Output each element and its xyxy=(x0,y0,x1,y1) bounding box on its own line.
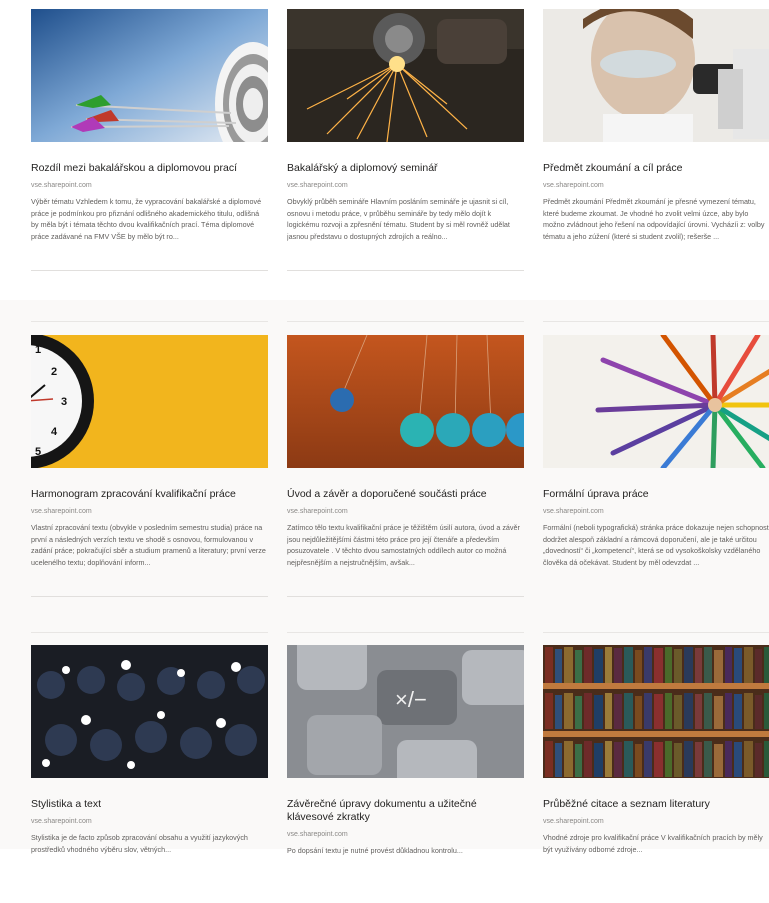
card-title[interactable]: Průběžné citace a seznam literatury xyxy=(543,798,769,811)
divider xyxy=(543,632,769,633)
card-source: vse.sharepoint.com xyxy=(287,508,348,515)
news-card[interactable]: ×/− Závěrečné úpravy dokumentu a užitečn… xyxy=(287,645,524,903)
news-card[interactable]: Předmět zkoumání a cíl práce vse.sharepo… xyxy=(543,9,769,254)
card-description: Stylistika je de facto způsob zpracování… xyxy=(31,833,248,854)
svg-text:2: 2 xyxy=(51,366,57,378)
card-description: Po dopsání textu je nutné provést důklad… xyxy=(287,846,463,855)
card-description: Zatímco tělo textu kvalifikační práce je… xyxy=(287,523,520,567)
card-source: vse.sharepoint.com xyxy=(543,508,604,515)
card-source: vse.sharepoint.com xyxy=(287,831,348,838)
card-title[interactable]: Harmonogram zpracování kvalifikační prác… xyxy=(31,488,268,501)
card-title[interactable]: Stylistika a text xyxy=(31,798,268,811)
card-description: Vlastní zpracování textu (obvykle v posl… xyxy=(31,523,266,567)
card-source: vse.sharepoint.com xyxy=(543,182,604,189)
card-description: Formální (neboli typografická) stránka p… xyxy=(543,523,769,567)
svg-text:4: 4 xyxy=(51,426,58,438)
card-title[interactable]: Závěrečné úpravy dokumentu a užitečné kl… xyxy=(287,798,524,824)
microscope-scientist-image[interactable] xyxy=(543,9,769,142)
calculator-keys-image[interactable]: ×/− xyxy=(287,645,524,778)
news-card[interactable]: Průběžné citace a seznam literatury vse.… xyxy=(543,645,769,890)
news-card[interactable]: Rozdíl mezi bakalářskou a diplomovou pra… xyxy=(31,9,268,254)
card-source: vse.sharepoint.com xyxy=(31,508,92,515)
card-source: vse.sharepoint.com xyxy=(287,182,348,189)
card-description: Výběr tématu Vzhledem k tomu, že vypraco… xyxy=(31,197,262,241)
card-divider xyxy=(31,270,268,271)
card-description: Vhodné zdroje pro kvalifikační práce V k… xyxy=(543,833,763,854)
card-divider xyxy=(287,596,524,597)
news-card[interactable]: Stylistika a text vse.sharepoint.com Sty… xyxy=(31,645,268,890)
divider xyxy=(31,321,268,322)
news-card[interactable]: 2 3 4 1 5 Harmonogram zpracování kvalifi… xyxy=(31,335,268,580)
card-title[interactable]: Úvod a závěr a doporučené součásti práce xyxy=(287,488,524,501)
card-source: vse.sharepoint.com xyxy=(31,818,92,825)
svg-text:×/−: ×/− xyxy=(395,687,427,712)
grinder-sparks-image[interactable] xyxy=(287,9,524,142)
card-divider xyxy=(31,596,268,597)
news-card[interactable]: Bakalářský a diplomový seminář vse.share… xyxy=(287,9,524,254)
clock-yellow-image[interactable]: 2 3 4 1 5 xyxy=(31,335,268,468)
divider xyxy=(31,632,268,633)
card-source: vse.sharepoint.com xyxy=(31,182,92,189)
svg-text:5: 5 xyxy=(35,446,41,458)
divider xyxy=(543,321,769,322)
divider xyxy=(287,632,524,633)
svg-text:3: 3 xyxy=(61,396,67,408)
card-title[interactable]: Formální úprava práce xyxy=(543,488,769,501)
divider xyxy=(287,321,524,322)
news-card[interactable]: Úvod a závěr a doporučené součásti práce… xyxy=(287,335,524,580)
bookshelf-image[interactable] xyxy=(543,645,769,778)
card-description: Obvyklý průběh semináře Hlavním posláním… xyxy=(287,197,510,241)
colored-pencils-image[interactable] xyxy=(543,335,769,468)
card-title[interactable]: Bakalářský a diplomový seminář xyxy=(287,162,524,175)
card-description: Předmět zkoumání Předmět zkoumání je pře… xyxy=(543,197,765,241)
card-divider xyxy=(287,270,524,271)
card-title[interactable]: Rozdíl mezi bakalářskou a diplomovou pra… xyxy=(31,162,268,175)
card-source: vse.sharepoint.com xyxy=(543,818,604,825)
newtons-cradle-image[interactable] xyxy=(287,335,524,468)
target-arrows-image[interactable] xyxy=(31,9,268,142)
news-card[interactable]: Formální úprava práce vse.sharepoint.com… xyxy=(543,335,769,580)
svg-text:1: 1 xyxy=(35,344,41,356)
photographers-crowd-image[interactable] xyxy=(31,645,268,778)
card-title[interactable]: Předmět zkoumání a cíl práce xyxy=(543,162,769,175)
